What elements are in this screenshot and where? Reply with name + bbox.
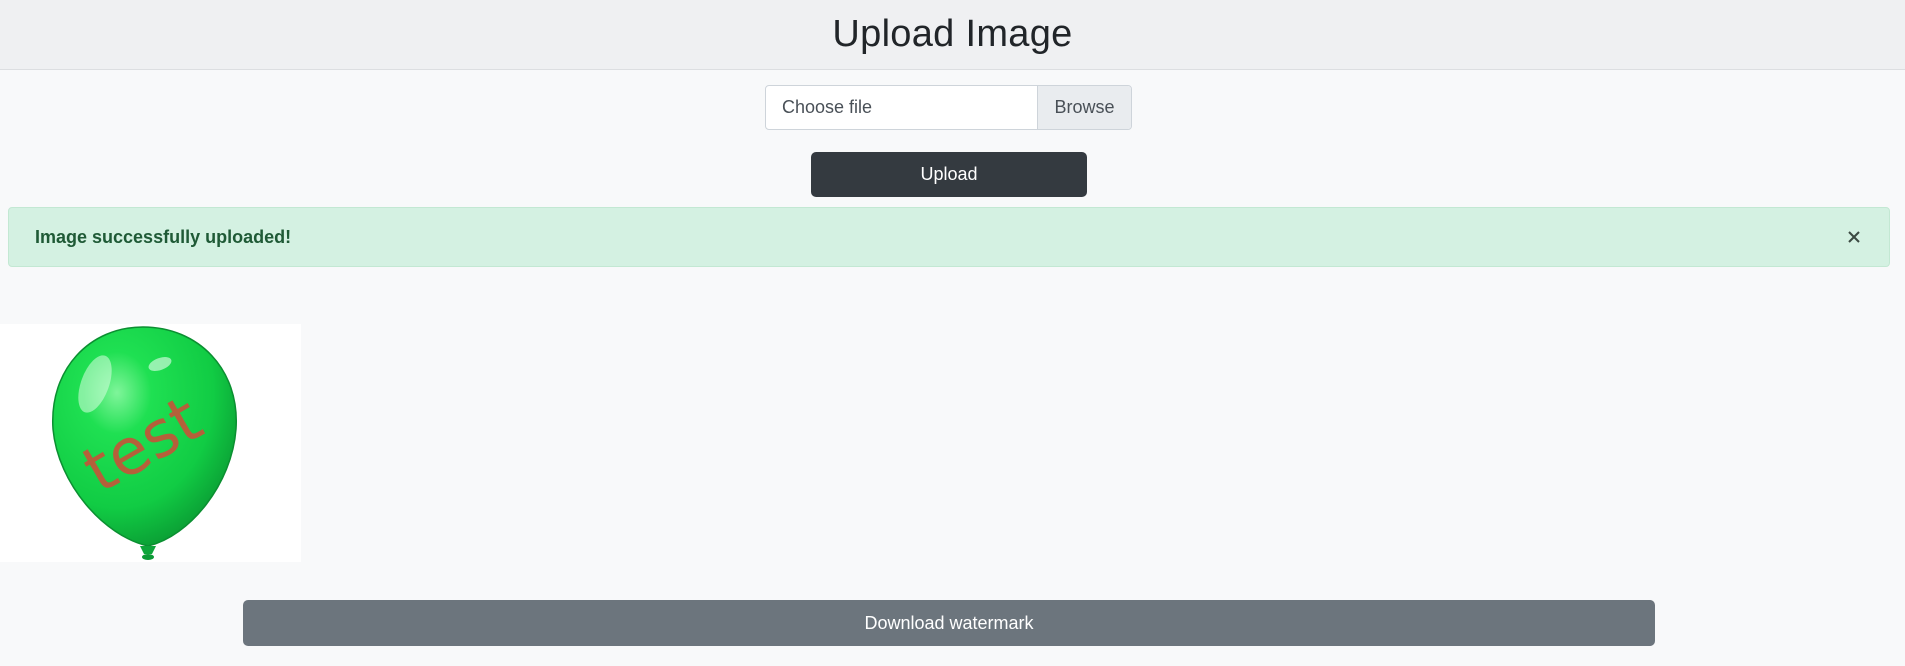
- alert-message: Image successfully uploaded!: [35, 226, 292, 247]
- close-icon[interactable]: [1843, 226, 1865, 248]
- uploaded-image-preview: test: [0, 324, 301, 562]
- upload-button[interactable]: Upload: [811, 152, 1087, 197]
- page-title: Upload Image: [832, 13, 1073, 55]
- file-input-label[interactable]: Choose file: [766, 86, 1037, 129]
- page-header: Upload Image: [0, 0, 1905, 70]
- file-input[interactable]: Choose file Browse: [765, 85, 1132, 130]
- browse-button[interactable]: Browse: [1037, 86, 1131, 129]
- upload-page: Upload Image Choose file Browse Upload I…: [0, 0, 1905, 666]
- balloon-image: test: [52, 326, 237, 560]
- success-alert: Image successfully uploaded!: [8, 207, 1890, 267]
- download-watermark-button[interactable]: Download watermark: [243, 600, 1655, 646]
